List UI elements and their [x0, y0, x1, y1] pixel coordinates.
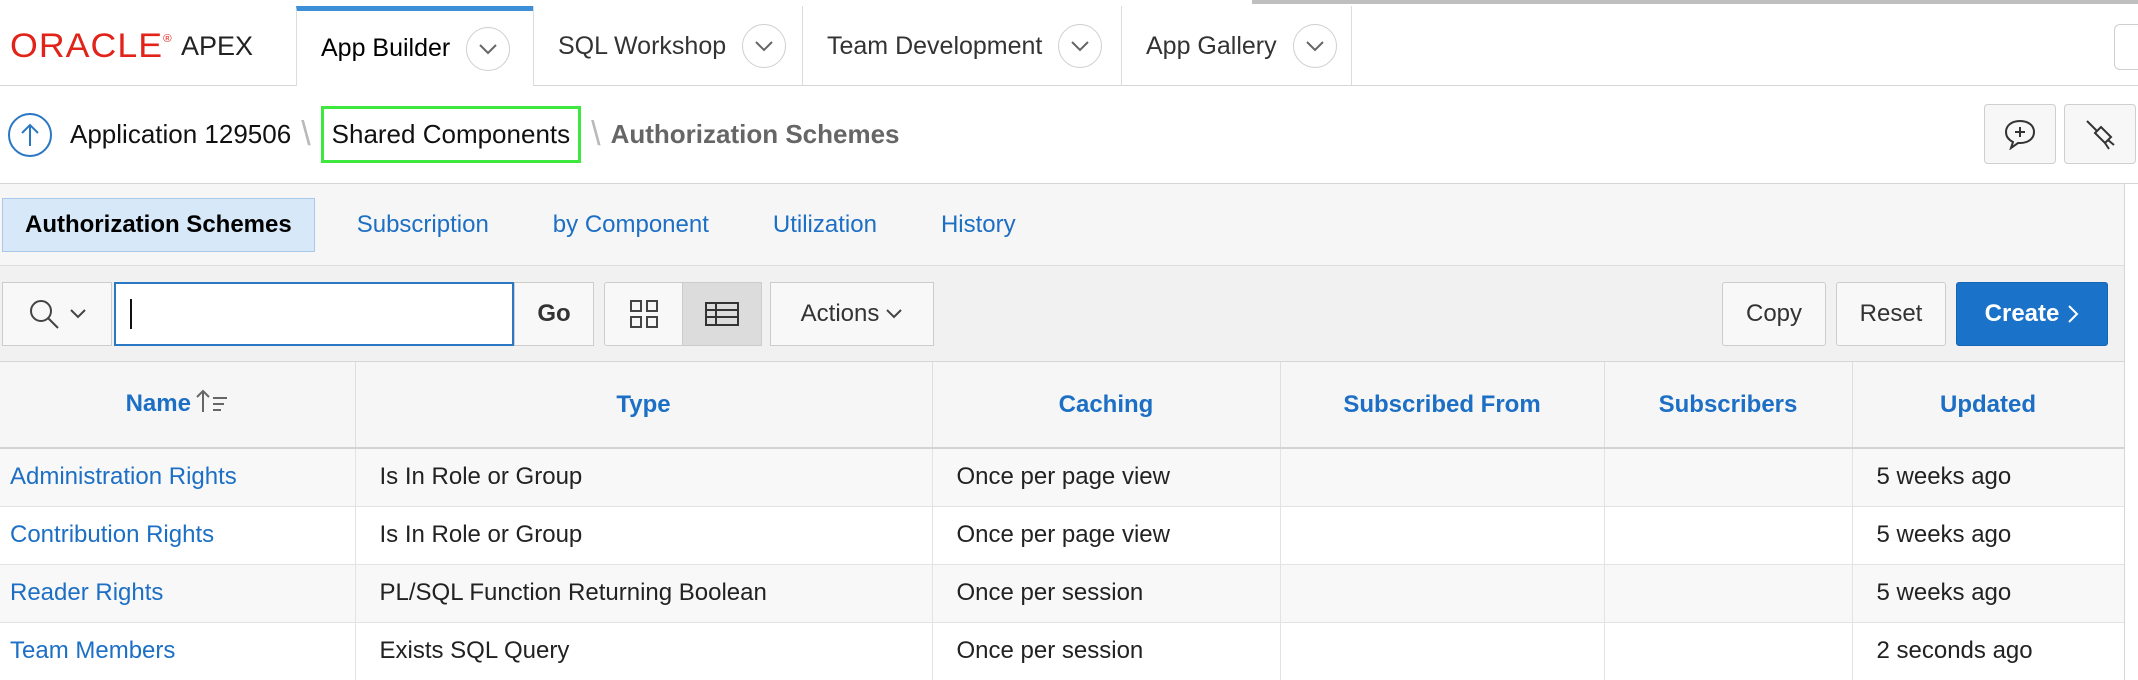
report-toolbar: Go Actions Copy Reset Create [0, 266, 2124, 362]
row-subscribers [1604, 448, 1853, 507]
oracle-apex-logo[interactable]: ORACLE® APEX [0, 6, 296, 86]
actions-label: Actions [800, 300, 880, 327]
row-type: Is In Role or Group [355, 506, 933, 565]
row-updated: 5 weeks ago [1852, 448, 2125, 507]
tab-by-component[interactable]: by Component [553, 211, 709, 239]
tab-label: Team Development [827, 31, 1043, 60]
reset-button[interactable]: Reset [1836, 282, 1946, 346]
create-button[interactable]: Create [1956, 282, 2108, 346]
row-subscribed-from [1280, 622, 1605, 680]
chevron-down-icon[interactable] [466, 26, 511, 71]
oracle-logo-text: ORACLE® [10, 26, 173, 65]
row-updated: 5 weeks ago [1852, 564, 2125, 623]
row-caching: Once per page view [932, 506, 1281, 565]
search-column-select[interactable] [2, 282, 112, 346]
table-row: Contribution Rights Is In Role or Group … [0, 506, 2125, 565]
tab-app-gallery[interactable]: App Gallery [1121, 6, 1351, 86]
tab-label: SQL Workshop [558, 31, 727, 60]
tab-label: App Gallery [1146, 31, 1277, 60]
tab-authorization-schemes[interactable]: Authorization Schemes [2, 197, 315, 252]
actions-menu-button[interactable]: Actions [770, 282, 934, 346]
icon-view-button[interactable] [604, 282, 684, 346]
breadcrumb-separator: \ [591, 115, 601, 153]
row-type: PL/SQL Function Returning Boolean [355, 564, 933, 623]
registered-mark: ® [163, 32, 173, 45]
chevron-down-icon[interactable] [742, 24, 787, 68]
right-panel-edge [2124, 184, 2138, 680]
text-cursor [130, 299, 132, 329]
search-icon [30, 300, 59, 329]
feedback-button[interactable] [1984, 104, 2056, 164]
app-header: ORACLE® APEX App Builder SQL Workshop Te… [0, 6, 2138, 86]
table-row: Reader Rights PL/SQL Function Returning … [0, 564, 2125, 623]
chevron-right-icon [2068, 305, 2079, 323]
authorization-schemes-table: Name Type Caching Subscribed From Subscr… [0, 362, 2125, 680]
tab-sql-workshop[interactable]: SQL Workshop [533, 6, 802, 86]
table-row: Administration Rights Is In Role or Grou… [0, 448, 2125, 507]
brush-icon [2086, 120, 2115, 150]
column-header-updated[interactable]: Updated [1852, 362, 2125, 449]
report-view-button[interactable] [682, 282, 762, 346]
chevron-down-icon[interactable] [1058, 24, 1103, 68]
go-button[interactable]: Go [514, 282, 594, 346]
row-updated: 2 seconds ago [1852, 622, 2125, 680]
scrollbar-top[interactable] [1252, 0, 2138, 4]
row-subscribed-from [1280, 506, 1605, 565]
table-row: Team Members Exists SQL Query Once per s… [0, 622, 2125, 680]
chevron-down-icon [886, 309, 903, 319]
row-name-link[interactable]: Contribution Rights [0, 506, 356, 565]
row-subscribed-from [1280, 448, 1605, 507]
tab-label: App Builder [321, 34, 451, 62]
up-arrow-icon[interactable] [8, 112, 52, 157]
breadcrumb-separator: \ [301, 115, 311, 153]
copy-button[interactable]: Copy [1722, 282, 1826, 346]
row-updated: 5 weeks ago [1852, 506, 2125, 565]
tab-team-development[interactable]: Team Development [802, 6, 1121, 86]
breadcrumb-shared-components[interactable]: Shared Components [320, 106, 582, 163]
tab-subscription[interactable]: Subscription [357, 211, 489, 239]
row-caching: Once per page view [932, 448, 1281, 507]
search-input[interactable] [114, 282, 514, 346]
row-subscribers [1604, 622, 1853, 680]
tab-utilization[interactable]: Utilization [773, 211, 877, 239]
create-label: Create [1984, 300, 2060, 327]
column-header-caching[interactable]: Caching [932, 362, 1281, 449]
row-subscribed-from [1280, 564, 1605, 623]
row-caching: Once per session [932, 564, 1281, 623]
row-subscribers [1604, 564, 1853, 623]
column-header-subscribed-from[interactable]: Subscribed From [1280, 362, 1605, 449]
header-spacer [1351, 6, 2138, 85]
tab-app-builder[interactable]: App Builder [296, 6, 533, 86]
column-header-type[interactable]: Type [355, 362, 933, 449]
tab-history[interactable]: History [941, 211, 1016, 239]
table-header-row: Name Type Caching Subscribed From Subscr… [0, 362, 2125, 449]
apex-logo-text: APEX [180, 30, 253, 61]
row-type: Is In Role or Group [355, 448, 933, 507]
search-icon[interactable] [2114, 24, 2138, 70]
breadcrumb: Application 129506 \ Shared Components \… [0, 86, 2138, 184]
sort-ascending-icon [195, 388, 229, 421]
comment-plus-icon [2004, 119, 2036, 150]
breadcrumb-current-page: Authorization Schemes [610, 119, 900, 149]
grid-icon [630, 300, 658, 328]
row-name-link[interactable]: Reader Rights [0, 564, 356, 623]
row-caching: Once per session [932, 622, 1281, 680]
column-header-label: Name [125, 389, 191, 417]
breadcrumb-application[interactable]: Application 129506 [70, 119, 291, 150]
column-header-name[interactable]: Name [0, 362, 356, 449]
chevron-down-icon[interactable] [1292, 24, 1337, 68]
row-type: Exists SQL Query [355, 622, 933, 680]
row-name-link[interactable]: Administration Rights [0, 448, 356, 507]
row-name-link[interactable]: Team Members [0, 622, 356, 680]
row-subscribers [1604, 506, 1853, 565]
sub-tabs: Authorization Schemes Subscription by Co… [0, 184, 2124, 266]
chevron-down-icon [70, 309, 86, 319]
column-header-subscribers[interactable]: Subscribers [1604, 362, 1853, 449]
table-icon [705, 302, 739, 326]
developer-toolbar-button[interactable] [2064, 104, 2136, 164]
